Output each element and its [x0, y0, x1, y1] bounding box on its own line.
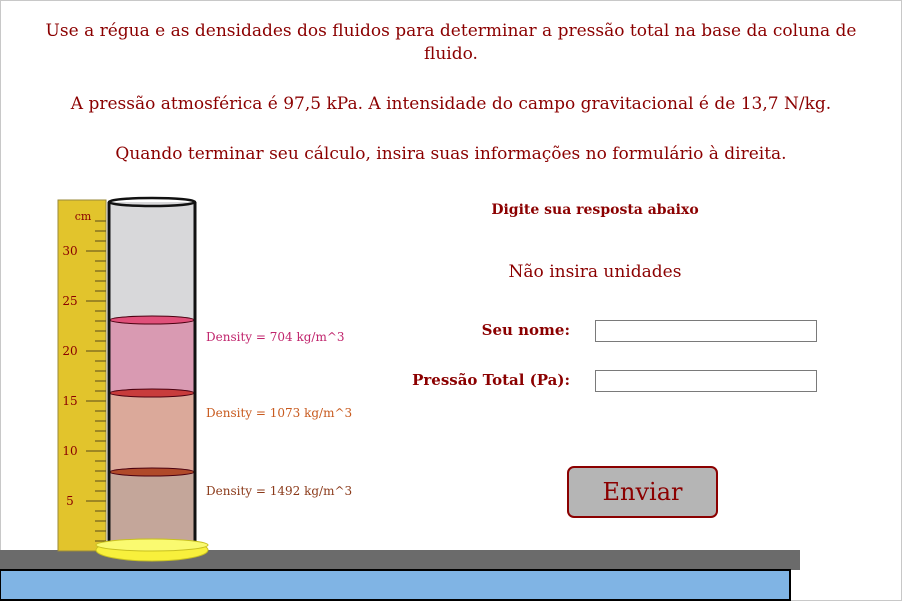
fluid-layer-1 [110, 320, 194, 393]
submit-button[interactable]: Enviar [567, 466, 718, 518]
ruler-unit-label: cm [75, 210, 92, 223]
pressure-label: Pressão Total (Pa): [412, 371, 570, 389]
ruler-tick-label: 5 [66, 494, 74, 508]
fluid-column-apparatus: cm 30 25 20 15 10 5 [0, 196, 800, 601]
name-label: Seu nome: [481, 321, 570, 339]
ruler-tick-label: 25 [62, 294, 77, 308]
ruler-tick-label: 30 [62, 244, 77, 258]
ruler: cm 30 25 20 15 10 5 [57, 199, 107, 552]
table-front [0, 569, 791, 601]
pressure-input[interactable] [595, 370, 817, 392]
ruler-tick-label: 10 [62, 444, 77, 458]
density-label-1: Density = 704 kg/m^3 [206, 330, 345, 344]
name-input[interactable] [595, 320, 817, 342]
ruler-tick-label: 20 [62, 344, 77, 358]
ruler-tick-label: 15 [62, 394, 77, 408]
density-label-3: Density = 1492 kg/m^3 [206, 484, 353, 498]
instruction-line-3: Quando terminar seu cálculo, insira suas… [115, 144, 787, 164]
fluid-surface-2 [109, 388, 195, 398]
instruction-line-2: A pressão atmosférica é 97,5 kPa. A inte… [70, 94, 832, 114]
instruction-line-1: Use a régua e as densidades dos fluidos … [45, 21, 857, 64]
form-subheading: Não insira unidades [508, 262, 682, 282]
empty-space [110, 202, 194, 320]
fluid-surface-3 [109, 467, 195, 477]
fluid-layer-2 [110, 393, 194, 472]
graduated-cylinder [95, 196, 209, 562]
density-label-2: Density = 1073 kg/m^3 [206, 406, 353, 420]
form-heading: Digite sua resposta abaixo [491, 202, 699, 218]
fluid-surface-1 [109, 315, 195, 325]
fluid-layer-3 [110, 472, 194, 544]
